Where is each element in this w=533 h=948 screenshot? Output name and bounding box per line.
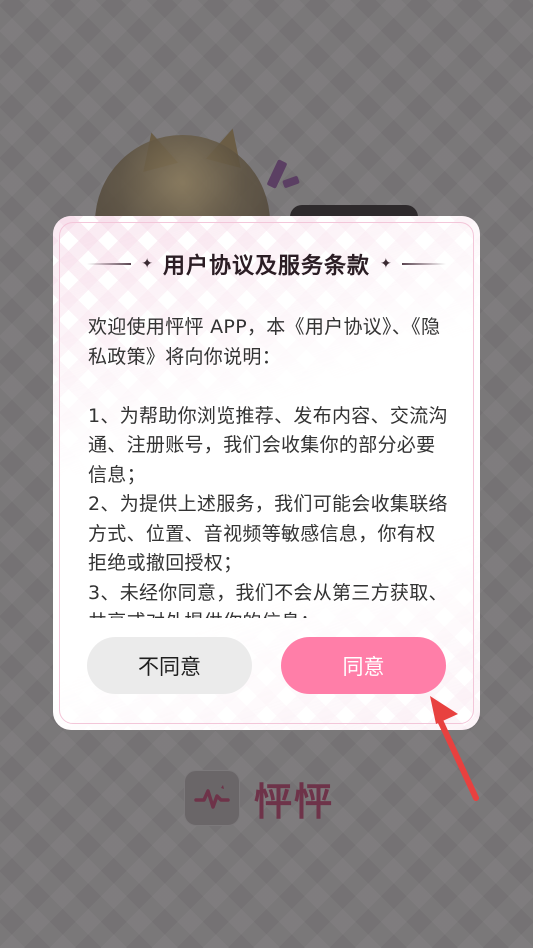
dialog-title: 用户协议及服务条款 (162, 254, 370, 279)
terms-paragraph: 3、未经你同意，我们不会从第三方获取、共享或对外提供你的信息； (88, 581, 448, 619)
app-logo: 怦怦 (184, 770, 334, 826)
terms-paragraph: 2、为提供上述服务，我们可能会收集联络方式、位置、音视频等敏感信息，你有权拒绝或… (88, 493, 448, 574)
heartbeat-icon (184, 770, 240, 826)
title-divider-right (401, 263, 446, 265)
dialog-title-row: ✦ 用户协议及服务条款 ✦ (53, 246, 480, 282)
annotation-arrow-icon (430, 696, 479, 801)
terms-paragraph: 欢迎使用怦怦 APP，本《用户协议》、《隐私政策》将向你说明： (88, 316, 441, 368)
terms-content[interactable]: 欢迎使用怦怦 APP，本《用户协议》、《隐私政策》将向你说明： 1、为帮助你浏览… (88, 313, 452, 618)
agree-button[interactable]: 同意 (281, 637, 446, 694)
sparkle-icon: ✦ (380, 256, 392, 272)
app-name: 怦怦 (254, 779, 335, 824)
sparkle-icon: ✦ (141, 256, 153, 272)
terms-dialog: ✦ 用户协议及服务条款 ✦ 欢迎使用怦怦 APP，本《用户协议》、《隐私政策》将… (53, 216, 480, 730)
terms-paragraph: 1、为帮助你浏览推荐、发布内容、交流沟通、注册账号，我们会收集你的部分必要信息； (88, 404, 448, 486)
title-divider-left (87, 263, 132, 265)
decline-button[interactable]: 不同意 (87, 637, 252, 694)
